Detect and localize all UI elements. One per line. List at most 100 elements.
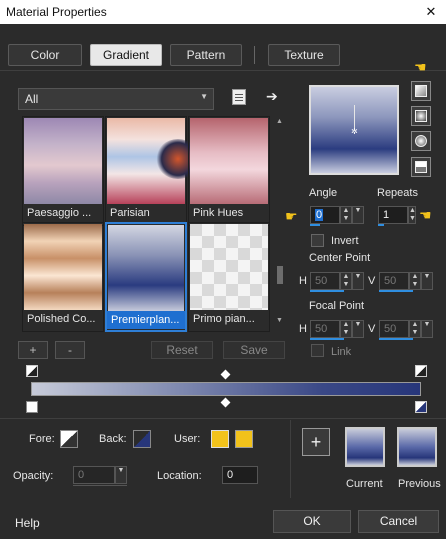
- radial-style-button[interactable]: [411, 157, 431, 177]
- center-point-label: Center Point: [309, 252, 371, 264]
- color-stop-start-icon[interactable]: [26, 401, 38, 413]
- pointer-hand-icon: ☛: [285, 208, 298, 224]
- focal-v-input[interactable]: 50: [379, 320, 409, 338]
- tab-pattern[interactable]: Pattern: [170, 44, 242, 66]
- angle-label: Angle: [309, 187, 338, 199]
- focal-v-label: V: [368, 323, 376, 335]
- focal-h-dropdown[interactable]: ▼: [352, 320, 364, 338]
- cancel-button[interactable]: Cancel: [358, 510, 439, 533]
- tab-texture[interactable]: Texture: [268, 44, 340, 66]
- user-swatch[interactable]: [211, 430, 229, 448]
- gradient-thumb-premierplan[interactable]: Premierplan...: [105, 222, 187, 332]
- opacity-stop-end-icon[interactable]: [415, 365, 427, 377]
- current-swatch[interactable]: [345, 427, 385, 467]
- divider: [0, 418, 446, 419]
- close-button[interactable]: ✕: [420, 2, 442, 22]
- library-manager-icon[interactable]: [232, 89, 246, 105]
- gradient-preview[interactable]: ✲: [309, 85, 399, 175]
- gradient-swatch: [24, 118, 102, 204]
- user-color-picker[interactable]: [235, 430, 253, 448]
- window-title: Material Properties: [6, 5, 107, 19]
- gradient-thumb-primo[interactable]: Primo pian...: [188, 222, 270, 332]
- center-v-dropdown[interactable]: ▼: [421, 272, 433, 290]
- focal-v-spin[interactable]: ▲ ▼: [409, 320, 421, 338]
- opacity-dropdown[interactable]: ▼: [115, 466, 127, 484]
- angle-spin-buttons[interactable]: ▲ ▼: [340, 206, 352, 224]
- link-checkbox[interactable]: [311, 344, 324, 357]
- add-gradient-button[interactable]: +: [18, 341, 48, 359]
- focal-h-label: H: [299, 323, 307, 335]
- focal-h-spin[interactable]: ▲ ▼: [340, 320, 352, 338]
- invert-label: Invert: [331, 235, 359, 247]
- repeats-input[interactable]: 1: [378, 206, 408, 224]
- center-h-label: H: [299, 275, 307, 287]
- pointer-hand-icon: ☚: [419, 207, 432, 223]
- opacity-input[interactable]: 0: [73, 466, 115, 484]
- repeats-spin-buttons[interactable]: ▲ ▼: [408, 206, 416, 224]
- gradient-editor-bar[interactable]: [31, 382, 421, 396]
- gradient-swatch: [190, 118, 268, 204]
- chevron-down-icon: ▼: [200, 92, 208, 101]
- scrollbar-thumb[interactable]: [277, 266, 283, 284]
- thumb-label: Polished Co...: [27, 313, 96, 325]
- tab-color[interactable]: Color: [8, 44, 82, 66]
- divider: [0, 70, 446, 71]
- location-input[interactable]: 0: [222, 466, 258, 484]
- focal-h-input[interactable]: 50: [310, 320, 340, 338]
- color-stop-end-icon[interactable]: [415, 401, 427, 413]
- center-v-slider[interactable]: [379, 290, 413, 292]
- gradient-thumb-pink-hues[interactable]: Pink Hues: [188, 116, 270, 226]
- thumb-label: Paesaggio ...: [27, 207, 92, 219]
- back-swatch[interactable]: [133, 430, 151, 448]
- remove-gradient-button[interactable]: -: [55, 341, 85, 359]
- center-h-input[interactable]: 50: [310, 272, 340, 290]
- focal-v-slider[interactable]: [379, 338, 413, 340]
- category-dropdown[interactable]: All ▼: [18, 88, 214, 110]
- opacity-slider[interactable]: [73, 485, 127, 486]
- pointer-hand-icon: ☚: [414, 59, 427, 75]
- tab-gradient[interactable]: Gradient: [90, 44, 162, 66]
- gradient-thumb-parisian[interactable]: Parisian: [105, 116, 200, 226]
- center-v-input[interactable]: 50: [379, 272, 409, 290]
- center-v-spin[interactable]: ▲ ▼: [409, 272, 421, 290]
- rectangular-style-button[interactable]: [411, 106, 431, 126]
- dropdown-value: All: [25, 92, 39, 106]
- opacity-stop-start-icon[interactable]: [26, 365, 38, 377]
- focal-h-slider[interactable]: [310, 338, 344, 340]
- center-h-dropdown[interactable]: ▼: [352, 272, 364, 290]
- arrow-right-icon[interactable]: ➔: [266, 88, 278, 105]
- scroll-down-icon[interactable]: ▼: [276, 317, 283, 324]
- save-button[interactable]: Save: [223, 341, 285, 359]
- back-label: Back:: [99, 433, 127, 445]
- opacity-label: Opacity:: [13, 470, 54, 482]
- center-handle-icon[interactable]: ✲: [351, 127, 358, 136]
- fore-swatch[interactable]: [60, 430, 78, 448]
- invert-checkbox[interactable]: [311, 234, 324, 247]
- angle-input[interactable]: 0: [310, 206, 340, 224]
- repeats-slider[interactable]: [378, 224, 384, 226]
- fore-label: Fore:: [29, 433, 55, 445]
- center-h-spin[interactable]: ▲ ▼: [340, 272, 352, 290]
- angle-dropdown[interactable]: ▼: [352, 206, 364, 224]
- gradient-swatch: [190, 224, 268, 310]
- reset-button[interactable]: Reset: [151, 341, 213, 359]
- scroll-up-icon[interactable]: ▲: [276, 118, 283, 125]
- sunburst-style-button[interactable]: [411, 131, 431, 151]
- gradient-swatch: [24, 224, 102, 310]
- focal-v-dropdown[interactable]: ▼: [421, 320, 433, 338]
- gradient-thumb-polished[interactable]: Polished Co...: [22, 222, 104, 332]
- thumb-label: Parisian: [110, 207, 150, 219]
- ok-button[interactable]: OK: [273, 510, 351, 533]
- add-swatch-button[interactable]: +: [302, 428, 330, 456]
- linear-style-button[interactable]: [411, 81, 431, 101]
- previous-swatch[interactable]: [397, 427, 437, 467]
- thumbnail-scrollbar[interactable]: ▲ ▼: [275, 118, 285, 324]
- center-v-label: V: [368, 275, 376, 287]
- center-h-slider[interactable]: [310, 290, 344, 292]
- help-link[interactable]: Help: [15, 516, 40, 530]
- gradient-swatch: [108, 225, 184, 311]
- angle-slider[interactable]: [310, 224, 320, 226]
- link-label: Link: [331, 346, 352, 358]
- user-label: User:: [174, 433, 201, 445]
- gradient-thumb-paesaggio[interactable]: Paesaggio ...: [22, 116, 104, 226]
